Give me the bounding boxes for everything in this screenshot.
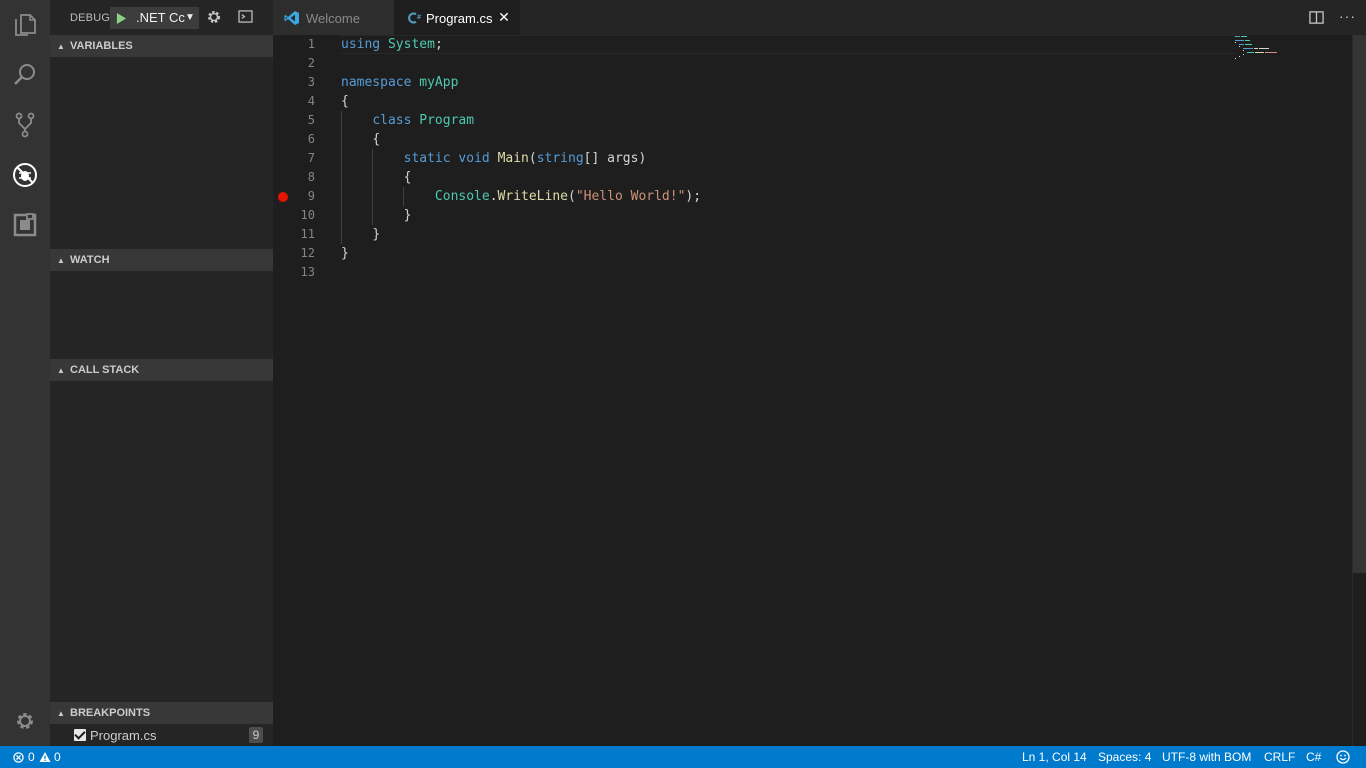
error-count[interactable]: 0 [28,750,35,764]
code-line-9: Console.WriteLine("Hello World!"); [434,189,702,204]
line-number: 5 [307,113,315,127]
debug-title: DEBUG [70,12,111,24]
line-number: 7 [307,151,315,165]
language-mode[interactable]: C# [1306,750,1321,764]
csharp-file-icon: # [408,12,422,24]
status-bar: 0 0 Ln 1, Col 14 Spaces: 4 UTF-8 with BO… [0,746,1366,768]
code-line-5: class Program [372,113,475,128]
indentation-setting[interactable]: Spaces: 4 [1098,750,1151,764]
line-number: 8 [307,170,315,184]
code-line-1: using System; [341,37,443,52]
play-icon [116,12,126,24]
expanded-triangle-icon: ▲ [57,255,65,265]
line-number: 13 [300,265,315,279]
code-line-7: static void Main(string[] args) [403,151,647,166]
debug-toolbar: DEBUG .NET Cc ▼ [50,0,273,35]
code-line-6: { [372,132,381,147]
vscode-logo-icon [284,11,299,25]
start-debugging-button[interactable] [112,8,130,28]
code-line-10: } [403,208,412,223]
feedback-smiley-icon[interactable] [1336,750,1350,764]
variables-section-title: VARIABLES [70,40,133,52]
breakpoints-section-title: BREAKPOINTS [70,707,151,719]
code-editor[interactable]: 1 2 3 4 5 6 7 8 9 10 11 12 13 using Syst… [273,35,1366,746]
expanded-triangle-icon: ▲ [57,41,65,51]
cursor-position[interactable]: Ln 1, Col 14 [1022,750,1087,764]
svg-text:#: # [417,14,422,21]
breakpoint-line-badge: 9 [249,727,263,743]
line-number: 10 [300,208,315,222]
line-number: 4 [307,94,315,108]
editor-gutter[interactable]: 1 2 3 4 5 6 7 8 9 10 11 12 13 [273,35,339,746]
line-number: 2 [307,56,315,70]
line-ending[interactable]: CRLF [1264,750,1295,764]
code-line-4: { [341,94,349,109]
files-icon[interactable] [0,0,50,50]
warning-icon[interactable] [39,751,51,763]
expanded-triangle-icon: ▲ [57,365,65,375]
close-icon[interactable]: ✕ [496,9,512,25]
debug-icon[interactable] [0,150,50,200]
line-number: 11 [300,227,315,241]
settings-gear-icon[interactable] [0,696,50,746]
split-editor-icon[interactable] [1309,10,1325,26]
tab-program-cs[interactable]: # Program.cs ✕ [394,0,520,35]
watch-section-title: WATCH [70,254,110,266]
line-number: 9 [307,189,315,203]
error-icon[interactable] [13,752,24,763]
tab-welcome[interactable]: Welcome [273,0,394,35]
search-icon[interactable] [0,50,50,100]
code-line-3: namespace myApp [341,75,459,90]
more-actions-icon[interactable]: ··· [1339,8,1357,24]
code-area[interactable]: using System; namespace myApp { class Pr… [341,35,1231,746]
breakpoints-section-header[interactable]: ▲ BREAKPOINTS [50,702,273,724]
debug-settings-gear-icon[interactable] [206,9,224,27]
activity-bar [0,0,50,746]
line-number: 3 [307,75,315,89]
vertical-scrollbar-thumb[interactable] [1353,35,1366,573]
tab-program-cs-label: Program.cs [426,11,493,26]
chevron-down-icon[interactable]: ▼ [185,8,197,28]
tab-welcome-label: Welcome [306,11,360,26]
line-number: 1 [307,37,315,51]
watch-section-header[interactable]: ▲ WATCH [50,249,273,271]
minimap[interactable] [1233,35,1293,65]
line-number: 6 [307,132,315,146]
source-control-icon[interactable] [0,100,50,150]
breakpoint-item[interactable]: Program.cs 9 [50,724,273,746]
file-encoding[interactable]: UTF-8 with BOM [1162,750,1251,764]
code-line-12: } [341,246,349,261]
variables-section-header[interactable]: ▲ VARIABLES [50,35,273,57]
callstack-section-title: CALL STACK [70,364,140,376]
line-number: 12 [300,246,315,260]
expanded-triangle-icon: ▲ [57,708,65,718]
extensions-icon[interactable] [0,200,50,250]
callstack-section-header[interactable]: ▲ CALL STACK [50,359,273,381]
warning-count[interactable]: 0 [54,750,61,764]
code-line-11: } [372,227,381,242]
editor-tab-bar: Welcome # Program.cs ✕ ··· [273,0,1366,35]
breakpoint-marker[interactable] [278,192,288,202]
debug-console-icon[interactable] [238,10,256,26]
debug-sidebar: DEBUG .NET Cc ▼ ▲ VARIABLES ▲ WATCH ▲ CA… [50,0,273,746]
code-line-8: { [403,170,412,185]
breakpoint-enabled-checkbox[interactable] [74,729,86,741]
breakpoint-file: Program.cs [90,728,157,743]
